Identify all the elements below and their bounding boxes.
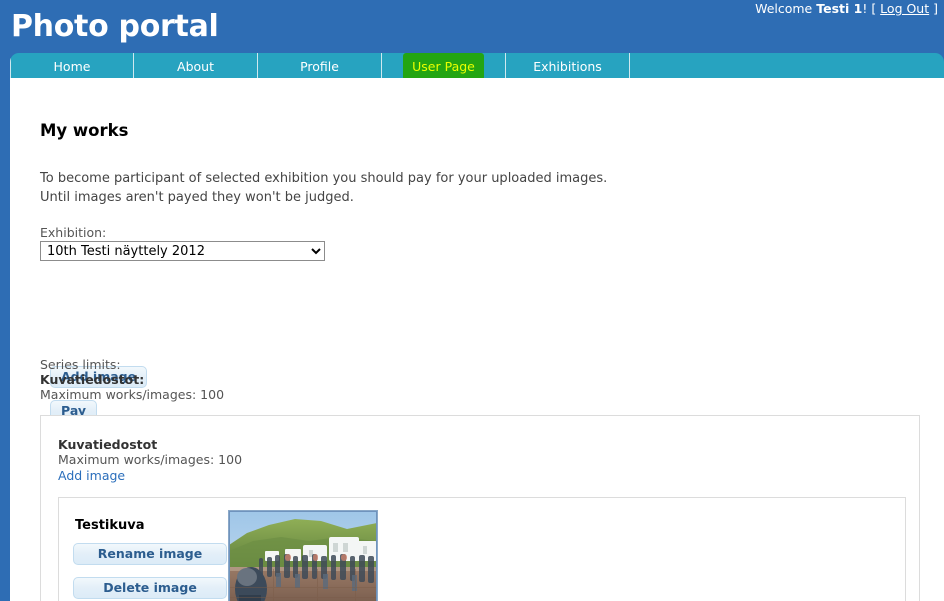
- bracket-open: [: [871, 1, 881, 16]
- page-root: Welcome Testi 1! [ Log Out ] Photo porta…: [0, 0, 944, 601]
- series-panel-name: Kuvatiedostot: [58, 437, 158, 452]
- series-limits-label: Series limits:: [40, 357, 121, 372]
- rename-image-button[interactable]: Rename image: [73, 543, 227, 565]
- series-panel: Kuvatiedostot Maximum works/images: 100 …: [40, 415, 920, 601]
- welcome-suffix: !: [862, 1, 868, 16]
- welcome-prefix: Welcome: [755, 1, 817, 16]
- series-limits-name: Kuvatiedostot:: [40, 371, 145, 387]
- nav-label: User Page: [403, 53, 484, 78]
- nav-label: About: [177, 59, 214, 74]
- main-navigation: Home About Profile User Page Exhibitions: [10, 53, 944, 78]
- series-panel-max: Maximum works/images: 100: [58, 452, 243, 467]
- page-title: My works: [40, 121, 129, 140]
- intro-line-2: Until images aren't payed they won't be …: [40, 189, 354, 205]
- work-title: Testikuva: [75, 518, 145, 533]
- content-area: My works To become participant of select…: [10, 78, 944, 601]
- nav-item-user-page[interactable]: User Page: [382, 53, 506, 78]
- site-title: Photo portal: [11, 9, 219, 44]
- nav-item-profile[interactable]: Profile: [258, 53, 382, 78]
- thumbnail-photo: [229, 511, 377, 601]
- nav-label: Profile: [300, 59, 339, 74]
- welcome-username: Testi 1: [816, 1, 863, 16]
- logout-link[interactable]: Log Out: [880, 1, 929, 16]
- nav-item-exhibitions[interactable]: Exhibitions: [506, 53, 630, 78]
- nav-item-home[interactable]: Home: [10, 53, 134, 78]
- nav-filler: [630, 53, 944, 78]
- work-thumbnail[interactable]: [228, 510, 378, 601]
- series-add-image-link[interactable]: Add image: [58, 468, 125, 484]
- exhibition-select[interactable]: 10th Testi näyttely 2012: [40, 241, 325, 261]
- nav-label: Home: [53, 59, 91, 74]
- nav-item-about[interactable]: About: [134, 53, 258, 78]
- series-limits-max: Maximum works/images: 100: [40, 386, 225, 402]
- intro-line-1: To become participant of selected exhibi…: [40, 171, 608, 186]
- intro-text: To become participant of selected exhibi…: [40, 170, 607, 207]
- delete-image-button[interactable]: Delete image: [73, 577, 227, 599]
- work-item: Testikuva Rename image Delete image: [58, 497, 906, 601]
- series-limits-block: Series limits: Kuvatiedostot: Maximum wo…: [40, 357, 225, 402]
- bracket-close: ]: [929, 1, 938, 16]
- nav-label: Exhibitions: [533, 59, 602, 74]
- exhibition-label: Exhibition:: [40, 225, 107, 240]
